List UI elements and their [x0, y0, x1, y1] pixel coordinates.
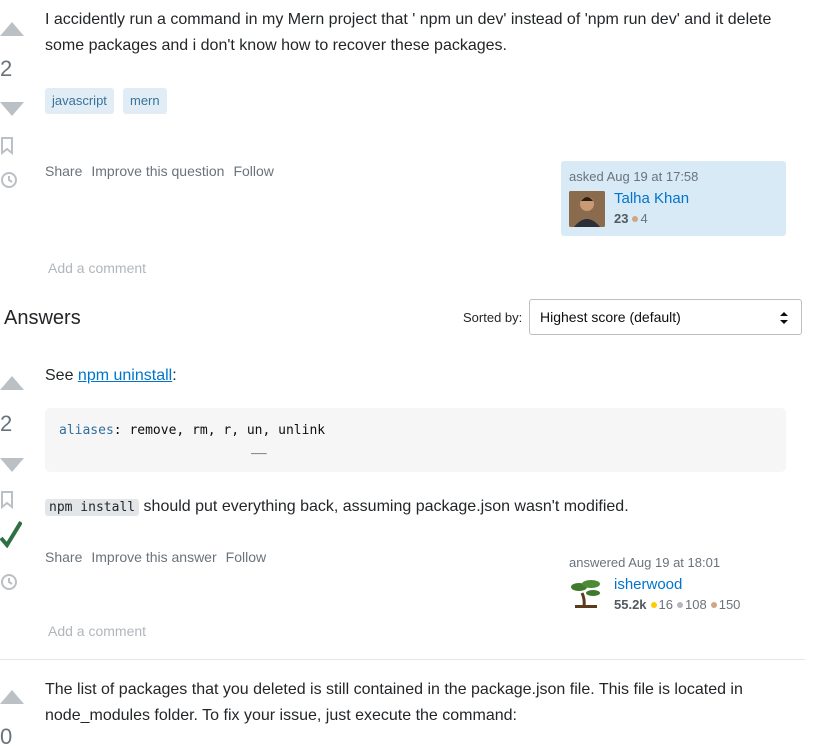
question-vote-count: 2	[0, 56, 13, 81]
talha-khan-bronze-count: 4	[640, 211, 648, 226]
isherwood-reputation: 55.2k 16 108 150	[614, 597, 740, 612]
isherwood-rep-score: 55.2k	[614, 597, 647, 612]
accepted-check-icon	[0, 520, 22, 548]
question-history-icon[interactable]	[0, 171, 18, 189]
answer1-install-line: npm install should put everything back, …	[45, 494, 629, 521]
question-post-menu: Share Improve this question Follow	[45, 163, 283, 179]
answer1-install-text: should put everything back, assuming pac…	[139, 498, 629, 515]
question-add-comment[interactable]: Add a comment	[48, 260, 146, 276]
answer1-bookmark-icon[interactable]	[0, 491, 14, 509]
question-follow-link[interactable]: Follow	[233, 163, 273, 179]
answered-time: answered Aug 19 at 18:01	[569, 555, 721, 570]
answer1-improve-link[interactable]: Improve this answer	[91, 549, 216, 565]
talha-khan-avatar[interactable]	[569, 191, 605, 227]
isherwood-gold-count: 16	[658, 597, 674, 612]
answer1-history-icon[interactable]	[0, 573, 18, 591]
answer1-post-menu: Share Improve this answer Follow	[45, 549, 275, 565]
sorted-by-label: Sorted by:	[463, 310, 523, 325]
answer1-see-text: See	[45, 367, 78, 384]
answer1-colon: :	[172, 367, 177, 384]
isherwood-avatar[interactable]	[569, 577, 603, 609]
answer2-body: The list of packages that you deleted is…	[45, 681, 743, 724]
answer1-add-comment[interactable]: Add a comment	[48, 623, 146, 639]
answer1-follow-link[interactable]: Follow	[226, 549, 266, 565]
answer2-vote-count: 0	[0, 724, 13, 749]
gold-badge-icon	[650, 602, 657, 608]
isherwood-bronze-count: 150	[718, 597, 741, 612]
code-rest: : remove, rm, r, un, unlink	[113, 423, 326, 438]
talha-khan-rep-score: 23	[614, 211, 629, 226]
isherwood-name[interactable]: isherwood	[614, 576, 682, 593]
question-bookmark-icon[interactable]	[0, 137, 14, 155]
tag-javascript[interactable]: javascript	[45, 88, 114, 114]
npm-uninstall-link[interactable]: npm uninstall	[78, 367, 172, 384]
silver-badge-icon	[677, 602, 684, 608]
answer1-upvote-icon[interactable]	[0, 376, 24, 390]
sort-select[interactable]: Highest score (default)	[529, 299, 802, 335]
answers-heading: Answers	[4, 307, 81, 329]
tag-mern[interactable]: mern	[123, 88, 167, 114]
answer1-code-block: aliases: remove, rm, r, un, unlink __	[45, 408, 786, 472]
npm-install-code: npm install	[45, 499, 140, 516]
question-owner-card: asked Aug 19 at 17:58 Talha Khan 23 4	[561, 161, 786, 236]
isherwood-silver-count: 108	[685, 597, 707, 612]
talha-khan-reputation: 23 4	[614, 211, 648, 226]
asked-time: asked Aug 19 at 17:58	[569, 169, 699, 184]
answer1-downvote-icon[interactable]	[0, 458, 24, 472]
sort-arrows-icon	[780, 312, 788, 324]
code-line: aliases: remove, rm, r, un, unlink	[59, 423, 325, 438]
bronze-badge-icon	[710, 602, 717, 608]
question-downvote-icon[interactable]	[0, 102, 24, 116]
answer-divider	[0, 659, 805, 660]
answer1-vote-count: 2	[0, 411, 13, 436]
code-keyword: aliases	[59, 423, 114, 438]
question-improve-link[interactable]: Improve this question	[91, 163, 224, 179]
question-body: I accidently run a command in my Mern pr…	[45, 11, 772, 54]
answer1-see-line: See npm uninstall:	[45, 363, 177, 389]
question-share-link[interactable]: Share	[45, 163, 82, 179]
sort-select-value: Highest score (default)	[540, 309, 681, 325]
question-upvote-icon[interactable]	[0, 22, 24, 36]
talha-khan-name[interactable]: Talha Khan	[614, 190, 689, 207]
code-marker: __	[251, 440, 267, 455]
answer1-share-link[interactable]: Share	[45, 549, 82, 565]
answer2-upvote-icon[interactable]	[0, 690, 24, 704]
bronze-badge-icon	[632, 216, 639, 222]
